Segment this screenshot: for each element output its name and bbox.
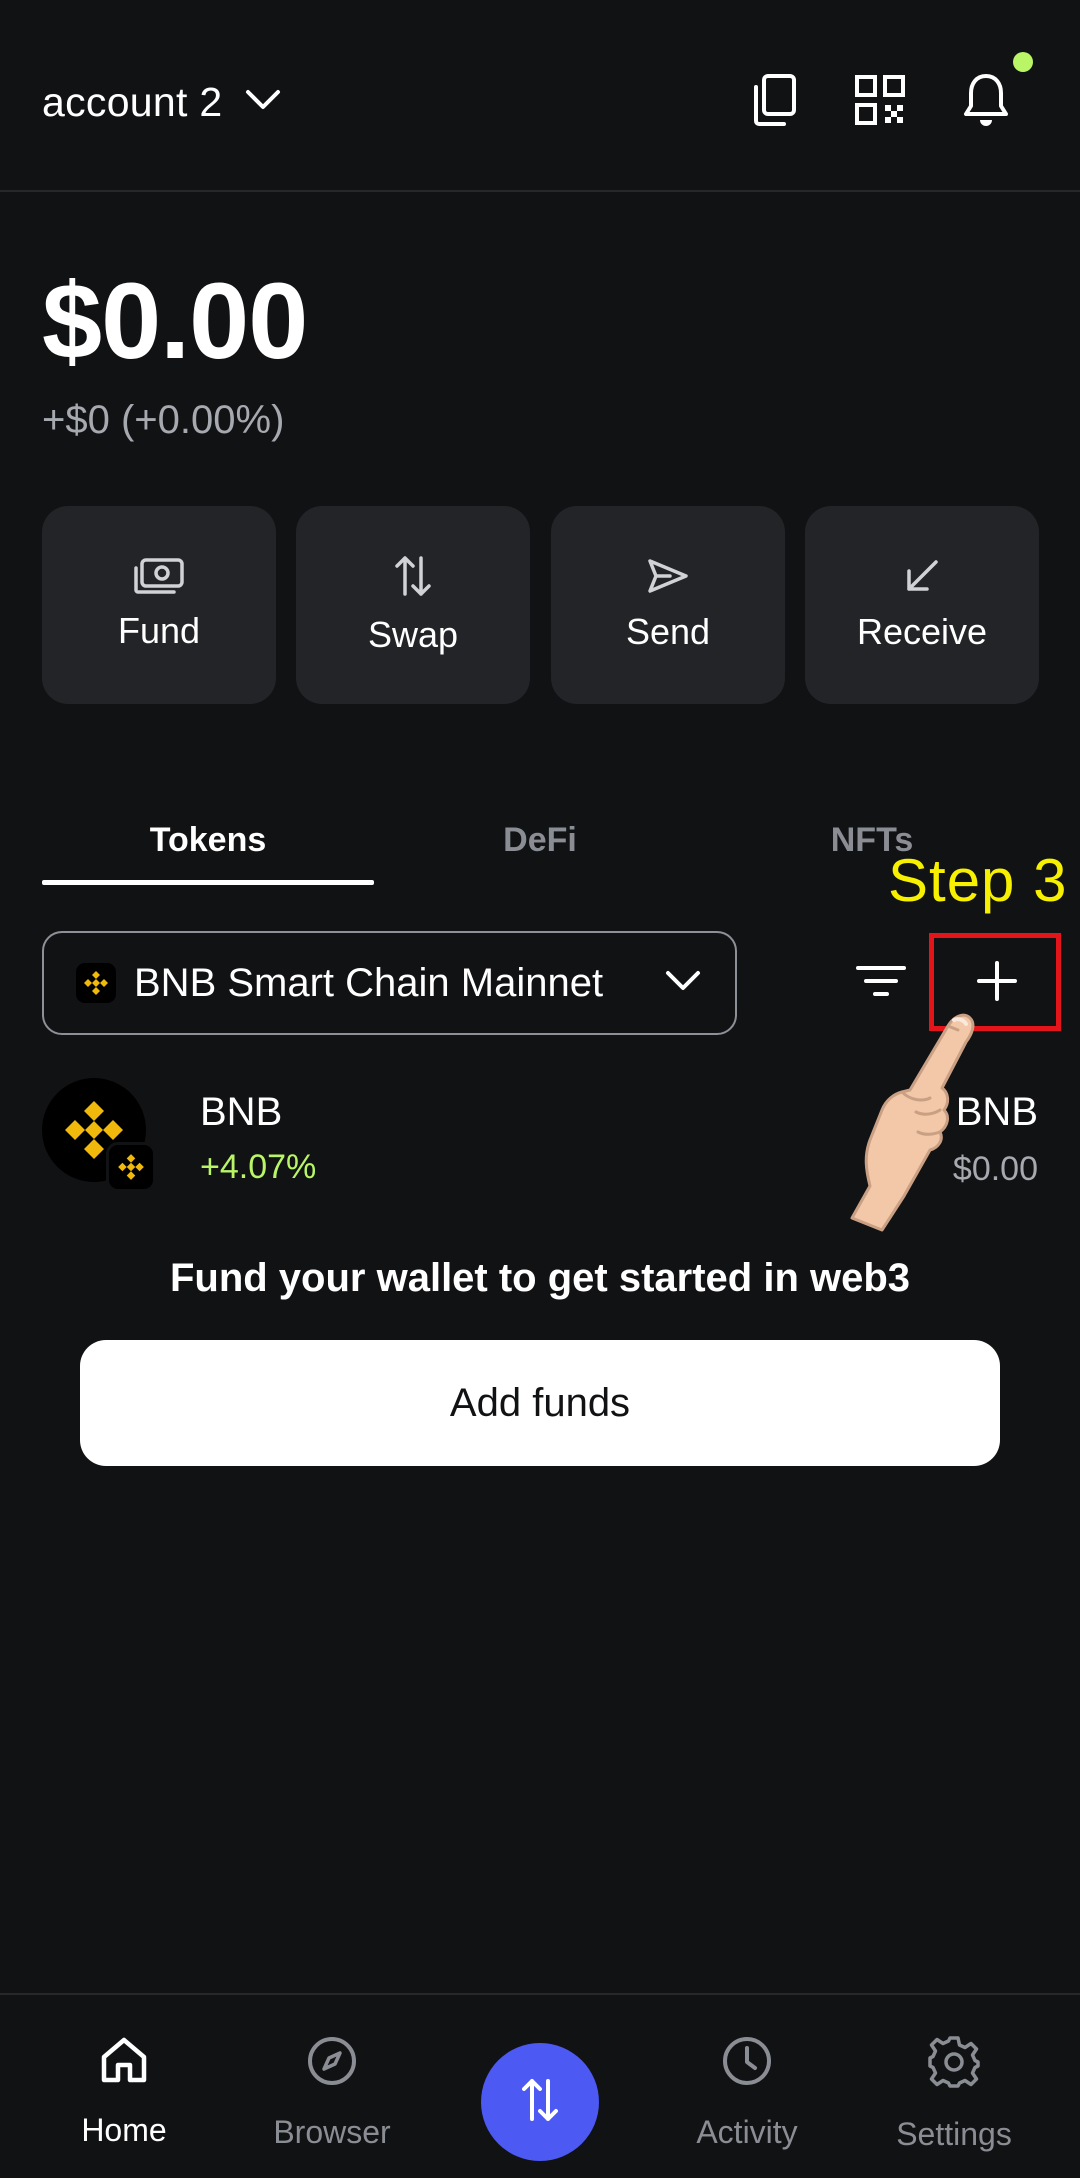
tab-tokens[interactable]: Tokens — [42, 798, 374, 882]
nav-browser-label: Browser — [273, 2114, 391, 2150]
money-icon — [134, 558, 184, 594]
swap-arrows-icon — [393, 554, 433, 598]
account-name: account 2 — [42, 78, 223, 125]
send-icon — [646, 557, 690, 595]
nav-browser[interactable]: Browser — [232, 2035, 432, 2151]
nav-home[interactable]: Home — [24, 2035, 224, 2149]
token-change: +4.07% — [200, 1148, 317, 1186]
fund-label: Fund — [117, 610, 201, 651]
compass-icon — [306, 2035, 358, 2092]
receive-label: Receive — [856, 611, 988, 652]
nav-activity-label: Activity — [696, 2114, 798, 2150]
send-label: Send — [625, 611, 711, 652]
pointing-hand-icon — [830, 1010, 980, 1245]
balance-change: +$0 (+0.00%) — [42, 398, 285, 442]
nav-settings[interactable]: Settings — [854, 2035, 1054, 2153]
top-header: account 2 — [0, 0, 1080, 192]
token-symbol: BNB — [200, 1090, 283, 1134]
notification-dot — [1013, 52, 1033, 72]
qr-code-icon[interactable] — [852, 70, 908, 130]
bell-icon[interactable] — [958, 70, 1014, 130]
network-name: BNB Smart Chain Mainnet — [134, 960, 604, 1005]
swap-arrows-icon — [520, 2077, 560, 2128]
clock-icon — [721, 2035, 773, 2092]
copy-icon[interactable] — [746, 70, 802, 130]
receive-button[interactable]: Receive — [805, 506, 1039, 704]
nav-home-label: Home — [81, 2112, 167, 2148]
bnb-icon — [76, 963, 116, 1003]
account-switcher[interactable]: account 2 — [42, 72, 281, 132]
total-balance: $0.00 — [42, 260, 308, 381]
filter-icon — [856, 964, 906, 1003]
nav-activity[interactable]: Activity — [647, 2035, 847, 2151]
send-button[interactable]: Send — [551, 506, 785, 704]
add-funds-button[interactable]: Add funds — [80, 1340, 1000, 1466]
nav-settings-label: Settings — [896, 2116, 1012, 2152]
swap-fab-button[interactable] — [481, 2043, 599, 2161]
gear-icon — [927, 2035, 981, 2094]
network-selector[interactable]: BNB Smart Chain Mainnet — [42, 931, 737, 1035]
fund-button[interactable]: Fund — [42, 506, 276, 704]
swap-button[interactable]: Swap — [296, 506, 530, 704]
receive-arrow-icon — [903, 557, 941, 595]
swap-label: Swap — [367, 614, 459, 655]
bnb-chain-badge-icon — [106, 1142, 156, 1192]
step-annotation-label: Step 3 — [888, 847, 1068, 914]
fund-wallet-prompt: Fund your wallet to get started in web3 — [169, 1256, 911, 1300]
home-icon — [99, 2035, 149, 2090]
bottom-navigation: Home Browser Activity Settings — [0, 1993, 1080, 2178]
chevron-down-icon — [245, 89, 281, 116]
chevron-down-icon — [665, 970, 701, 997]
active-tab-indicator — [42, 880, 374, 885]
tab-defi[interactable]: DeFi — [374, 798, 706, 882]
